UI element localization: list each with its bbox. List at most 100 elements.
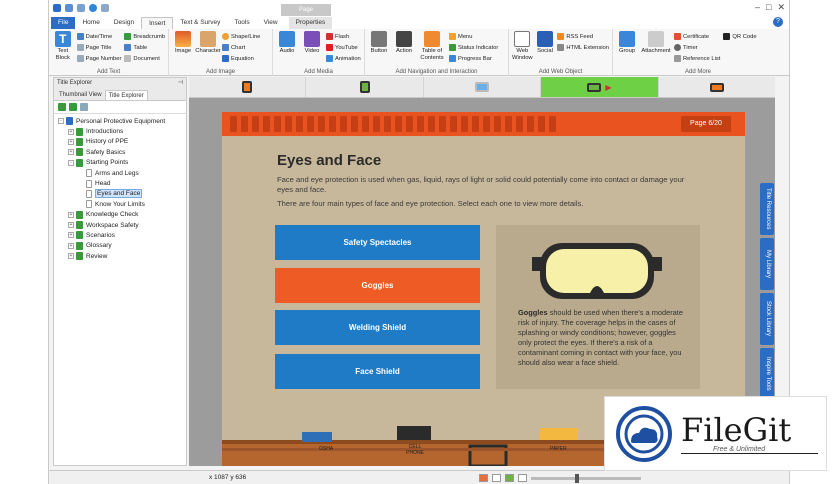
header-stripe (406, 116, 413, 132)
tree-item[interactable]: + Review (54, 251, 186, 261)
tab-title-explorer[interactable]: Title Explorer (104, 90, 148, 100)
tree-item[interactable]: + Glossary (54, 241, 186, 251)
certificate-button[interactable]: Certificate (674, 32, 720, 41)
tree-item[interactable]: Arms and Legs (54, 168, 186, 178)
header-stripe (505, 116, 512, 132)
tab-insert[interactable]: Insert (141, 17, 174, 29)
tab-text-survey[interactable]: Text & Survey (173, 17, 227, 29)
shape-line-button[interactable]: Shape/Line (222, 32, 260, 41)
chapter-icon (76, 252, 83, 261)
menu-button[interactable]: Menu (449, 32, 498, 41)
goggles-button[interactable]: Goggles (275, 268, 480, 303)
table-button[interactable]: Table (124, 43, 165, 52)
device-tablet-landscape[interactable]: ▶ (541, 77, 659, 97)
help-icon[interactable]: ? (773, 17, 783, 27)
chapter-icon (76, 148, 83, 157)
save-icon[interactable] (65, 4, 73, 12)
device-tablet-portrait[interactable] (306, 77, 424, 97)
expand-icon[interactable]: + (68, 211, 74, 218)
minimize-icon[interactable]: – (755, 2, 760, 13)
tab-view[interactable]: View (257, 17, 285, 29)
welding-shield-button[interactable]: Welding Shield (275, 310, 480, 345)
chapter-icon (76, 231, 83, 240)
equation-button[interactable]: Equation (222, 54, 260, 63)
breadcrumb-icon (124, 33, 132, 40)
tree-item[interactable]: + Workspace Safety (54, 220, 186, 230)
tab-my-library[interactable]: My Library (760, 238, 774, 290)
tab-stock-library[interactable]: Stock Library (760, 293, 774, 345)
tree-item[interactable]: + Introductions (54, 126, 186, 136)
explorer-title: Title Explorer ⊣ (54, 78, 186, 89)
device-phone-portrait[interactable] (189, 77, 307, 97)
undo-icon[interactable] (77, 4, 85, 12)
tree-item[interactable]: Head (54, 178, 186, 188)
publish-icon[interactable] (101, 4, 109, 12)
fit-icon[interactable] (492, 474, 501, 482)
add-page-icon[interactable] (58, 103, 66, 111)
reference-list-button[interactable]: Reference List (674, 54, 720, 63)
pin-icon[interactable]: ⊣ (178, 78, 183, 89)
progress-bar-button[interactable]: Progress Bar (449, 54, 498, 63)
tree-item[interactable]: Know Your Limits (54, 199, 186, 209)
tab-tools[interactable]: Tools (227, 17, 256, 29)
add-chapter-icon[interactable] (69, 103, 77, 111)
tree-item[interactable]: + History of PPE (54, 137, 186, 147)
preview-icon[interactable] (89, 4, 97, 12)
status-indicator-button[interactable]: Status Indicator (449, 43, 498, 52)
shelf-label-osha: OSHA (319, 446, 334, 452)
add-question-icon[interactable] (80, 103, 88, 111)
collapse-icon[interactable]: - (58, 118, 64, 125)
social-label: Social (537, 48, 553, 54)
date-time-button[interactable]: Date/Time (76, 32, 122, 41)
page-number-button[interactable]: Page Number (76, 54, 121, 63)
device-desktop[interactable] (424, 77, 542, 97)
tab-thumbnail-view[interactable]: Thumbnail View (56, 90, 105, 100)
tree-item[interactable]: - Starting Points (54, 158, 186, 168)
expand-icon[interactable]: + (68, 138, 74, 145)
tree-root[interactable]: - Personal Protective Equipment (54, 116, 186, 126)
html-extension-button[interactable]: HTML Extension (557, 43, 609, 52)
breadcrumb-button[interactable]: Breadcrumb (124, 32, 165, 41)
tab-design[interactable]: Design (107, 17, 141, 29)
action-icon (396, 31, 412, 47)
expand-icon[interactable]: + (68, 149, 74, 156)
tree-item[interactable]: + Scenarios (54, 230, 186, 240)
expand-icon[interactable]: + (68, 253, 74, 260)
rss-feed-button[interactable]: RSS Feed (557, 32, 609, 41)
normal-view-icon[interactable] (479, 474, 488, 482)
tree-item[interactable]: + Safety Basics (54, 147, 186, 157)
collapse-icon[interactable]: - (68, 159, 74, 166)
qr-code-button[interactable]: QR Code (723, 32, 757, 41)
tab-properties[interactable]: Properties (288, 17, 333, 29)
zoom-slider-thumb[interactable] (575, 473, 579, 483)
tree-item[interactable]: Eyes and Face (54, 189, 186, 199)
expand-icon[interactable]: + (68, 222, 74, 229)
maximize-icon[interactable]: □ (766, 2, 771, 13)
flash-button[interactable]: Flash (326, 32, 361, 41)
expand-icon[interactable]: + (68, 128, 74, 135)
chart-button[interactable]: Chart (222, 43, 260, 52)
tab-title-resources[interactable]: Title Resources (760, 183, 774, 235)
timer-button[interactable]: Timer (674, 43, 720, 52)
tab-inspire-tools[interactable]: Inspire Tools (760, 348, 774, 400)
shelf-label-paper: PAPER (550, 446, 567, 452)
tab-file[interactable]: File (51, 17, 76, 29)
youtube-button[interactable]: YouTube (326, 43, 361, 52)
tab-home[interactable]: Home (75, 17, 106, 29)
close-icon[interactable]: ✕ (777, 2, 785, 13)
calendar-icon (76, 33, 84, 40)
preview-view-icon[interactable] (505, 474, 514, 482)
expand-icon[interactable]: + (68, 232, 74, 239)
attachment-icon (648, 31, 664, 47)
zoom-slider[interactable] (531, 473, 641, 483)
page-title-button[interactable]: Page Title (76, 43, 122, 52)
zoom-out-icon[interactable] (518, 474, 527, 482)
tree-item[interactable]: + Knowledge Check (54, 210, 186, 220)
image-label: Image (174, 48, 192, 54)
animation-button[interactable]: Animation (326, 54, 361, 63)
safety-spectacles-button[interactable]: Safety Spectacles (275, 225, 480, 260)
expand-icon[interactable]: + (68, 242, 74, 249)
device-phone-landscape[interactable] (659, 77, 775, 97)
document-button[interactable]: Document (124, 54, 165, 63)
face-shield-button[interactable]: Face Shield (275, 354, 480, 389)
